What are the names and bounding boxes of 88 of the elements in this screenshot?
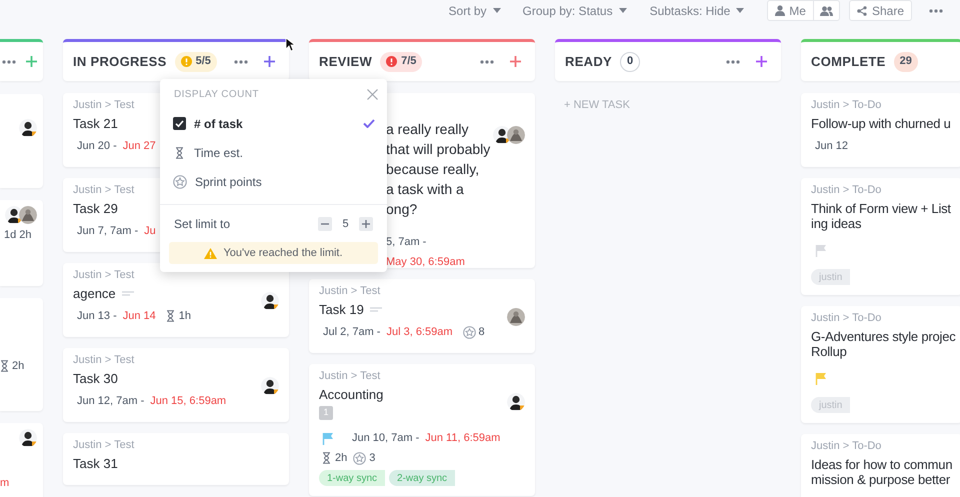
task-card[interactable]: Justin > Test Task 19 Jul 2, 7am - Jul 3, 6:59am 8 — [309, 279, 535, 353]
due-date: Ju — [144, 224, 156, 238]
start-date: Jun 10, 7am - — [352, 431, 420, 445]
task-card[interactable]: Justin > To-Do Follow-up with churned u Jun 12 — [801, 93, 960, 167]
column-title: IN PROGRESS — [73, 52, 167, 71]
task-card[interactable]: Justin > Test Task 31 — [63, 433, 289, 485]
caret-icon — [492, 8, 501, 13]
due-date: Jun 27 — [122, 139, 156, 153]
start-date: Jun 7, 7am - — [77, 224, 138, 238]
count-badge: 0 — [620, 52, 640, 72]
sprint-points: 8 — [478, 325, 485, 339]
task-title[interactable]: agence — [73, 286, 116, 301]
task-title[interactable]: Think of Form view + List ing ideas — [811, 201, 951, 231]
plus-icon[interactable] — [362, 220, 370, 228]
task-title[interactable]: Task 21 — [73, 116, 118, 131]
toolbar-dropdown[interactable]: Sort by — [448, 0, 501, 21]
limit-label: Set limit to — [174, 216, 232, 233]
count-badge: 29 — [894, 52, 918, 72]
time-estimate: 2h — [335, 451, 348, 465]
popup-title: DISPLAY COUNT — [174, 88, 259, 102]
due-date: Jun 15, 6:59am — [150, 394, 226, 408]
more-icon[interactable] — [929, 8, 943, 12]
more-icon[interactable] — [234, 60, 248, 64]
due-date: Jun 14 — [122, 309, 156, 323]
warning-icon — [204, 248, 218, 258]
task-title[interactable]: a really really that will probably because really, a task with a ong? — [386, 119, 490, 219]
add-icon[interactable] — [26, 56, 37, 67]
task-card[interactable]: Justin > Test Task 30 Jun 12, 7am - Jun 15, 6:59am — [63, 348, 289, 422]
share-button[interactable]: Share — [848, 0, 912, 21]
hourglass-icon — [173, 146, 186, 158]
task-card[interactable]: 2h — [0, 298, 43, 411]
task-title[interactable]: Ideas for how to commun mission & purpose better — [811, 457, 952, 487]
toolbar-dropdown[interactable]: Group by: Status — [522, 0, 627, 21]
column-title: COMPLETE — [811, 52, 886, 71]
share-icon — [856, 6, 867, 16]
add-icon[interactable] — [756, 56, 767, 67]
more-icon[interactable] — [480, 60, 494, 64]
start-date: Jun 13 - — [77, 309, 117, 323]
start-date: Jun 12 — [815, 139, 848, 153]
task-title[interactable]: Task 29 — [73, 201, 118, 216]
count-badge: 5/5 — [174, 52, 217, 72]
close-icon[interactable] — [367, 89, 378, 100]
start-date: Jun 20 - — [77, 139, 117, 153]
start-date: Jun 12, 7am - — [77, 394, 144, 408]
due-date: Jun 11, 6:59am — [425, 431, 500, 445]
hourglass-icon — [0, 360, 9, 372]
due-date: Jul 3, 6:59am — [386, 325, 453, 339]
star-icon — [353, 452, 366, 464]
task-card[interactable] — [0, 94, 43, 188]
warning-icon — [180, 56, 192, 67]
due-date: m — [0, 476, 10, 491]
more-icon[interactable] — [726, 60, 740, 64]
task-title[interactable]: Task 30 — [73, 371, 118, 386]
star-icon — [173, 174, 187, 188]
sprint-points: 3 — [369, 451, 376, 465]
limit-value: 5 — [341, 216, 350, 232]
task-card[interactable]: Justin > To-Do Ideas for how to commun mission & purpose better — [801, 434, 960, 497]
time-estimate: 1h — [178, 309, 192, 323]
people-icon — [820, 6, 833, 16]
task-title[interactable]: Task 31 — [73, 456, 118, 471]
checkbox-checked-icon — [173, 117, 186, 130]
caret-icon — [618, 8, 627, 13]
start-date: Jul 2, 7am - — [323, 325, 380, 339]
minus-icon[interactable] — [321, 223, 329, 225]
hourglass-icon — [322, 452, 331, 464]
hourglass-icon — [166, 310, 175, 322]
column-title: REVIEW — [319, 52, 372, 71]
count-badge: 7/5 — [380, 52, 422, 72]
more-icon[interactable] — [2, 60, 16, 64]
check-icon — [363, 119, 375, 128]
task-card[interactable]: m — [0, 423, 43, 497]
add-icon[interactable] — [264, 56, 275, 67]
column-title: READY — [565, 52, 612, 71]
time-estimate: 1d 2h — [4, 228, 32, 243]
caret-icon — [736, 8, 744, 13]
due-date: May 30, 6:59am — [386, 255, 465, 269]
task-title[interactable]: Follow-up with churned u — [811, 116, 951, 131]
add-icon[interactable] — [510, 56, 521, 67]
person-icon — [775, 5, 786, 16]
alert-icon — [386, 56, 398, 67]
task-title[interactable]: Accounting — [319, 387, 384, 402]
task-card[interactable]: 1d 2h — [0, 200, 43, 286]
toolbar-dropdown[interactable]: Subtasks: Hide — [650, 0, 744, 21]
task-title[interactable]: G-Adventures style projec Rollup — [811, 329, 956, 359]
task-title[interactable]: Task 19 — [319, 302, 364, 317]
time-estimate: 2h — [12, 359, 24, 374]
star-icon — [462, 326, 476, 338]
task-card[interactable]: Justin > Test agence Jun 13 - Jun 14 1h — [63, 263, 289, 337]
